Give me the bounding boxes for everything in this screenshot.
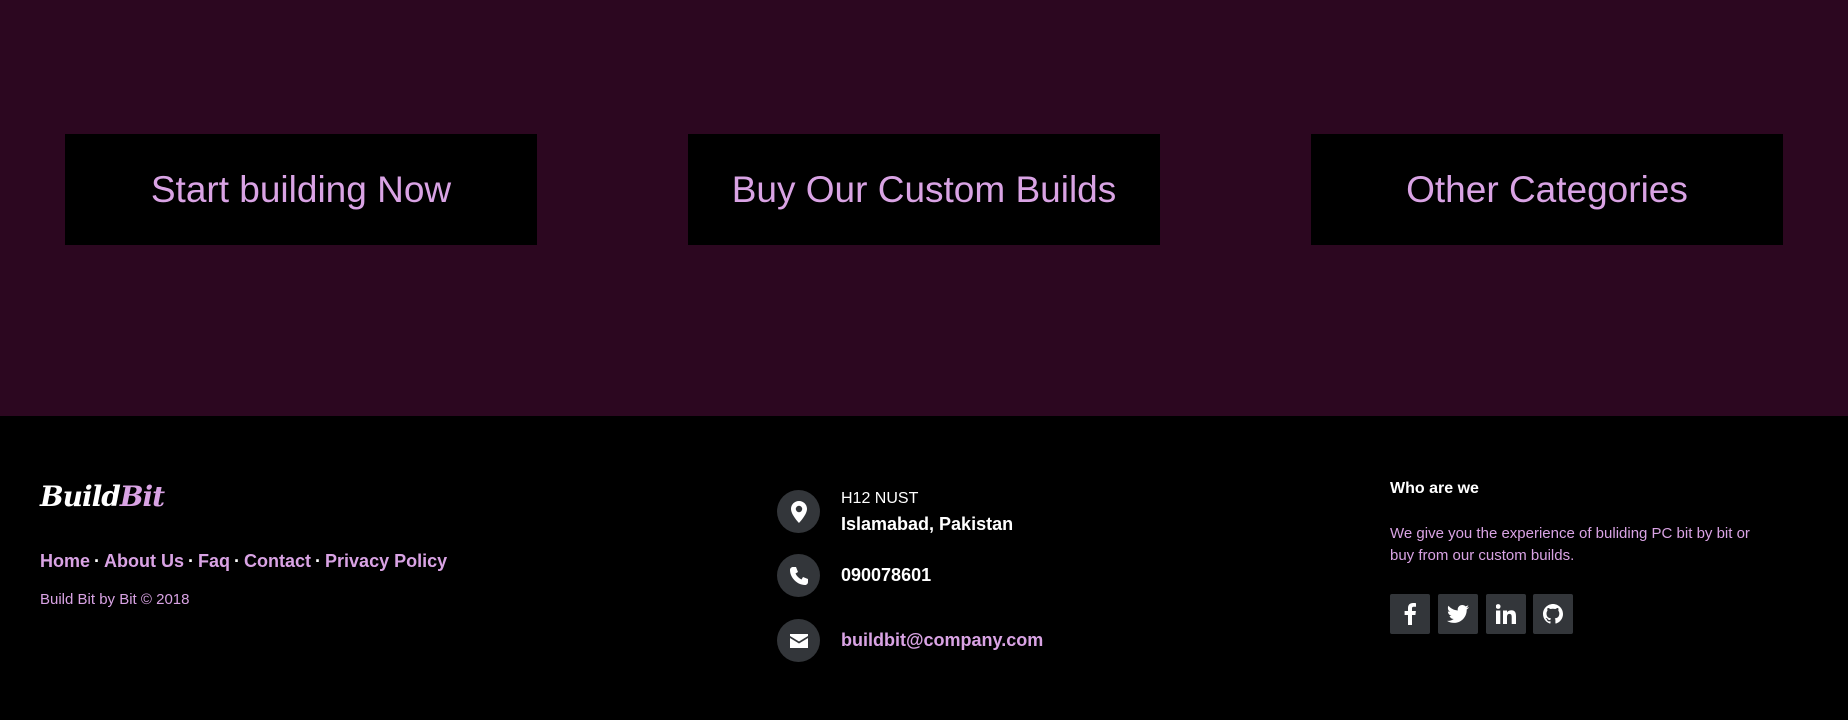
link-separator: · [188,551,195,571]
footer-links: Home · About Us · Faq · Contact · Privacy Policy [40,551,447,572]
other-categories-button[interactable]: Other Categories [1311,134,1783,245]
phone-icon [777,554,820,597]
custom-builds-button[interactable]: Buy Our Custom Builds [688,134,1160,245]
location-pin-icon [777,490,820,533]
twitter-icon[interactable] [1438,594,1478,634]
hero-section: Start building Now Buy Our Custom Builds… [0,0,1848,416]
copyright-text: Build Bit by Bit © 2018 [40,591,190,608]
footer-link-contact[interactable]: Contact [244,551,311,571]
about-text: We give you the experience of buliding P… [1390,525,1750,564]
about-title: Who are we [1390,480,1479,497]
footer-link-faq[interactable]: Faq [198,551,230,571]
link-separator: · [234,551,241,571]
start-building-button[interactable]: Start building Now [65,134,537,245]
link-separator: · [94,551,101,571]
link-separator: · [315,551,322,571]
linkedin-icon[interactable] [1486,594,1526,634]
address-line-1: H12 NUST [841,490,919,507]
facebook-icon[interactable] [1390,594,1430,634]
brand-logo[interactable]: BuildBit [40,480,165,513]
phone-number: 090078601 [841,565,932,585]
footer-link-privacy[interactable]: Privacy Policy [325,551,447,571]
github-icon[interactable] [1533,594,1573,634]
brand-logo-part2: Bit [119,480,165,513]
brand-logo-part1: Build [40,480,121,513]
email-link[interactable]: buildbit@company.com [841,630,1043,651]
footer-link-about[interactable]: About Us [104,551,184,571]
envelope-icon [777,619,820,662]
footer: BuildBit Home · About Us · Faq · Contact · Priva… [0,416,1848,720]
address-line-2: Islamabad, Pakistan [841,514,1014,534]
footer-link-home[interactable]: Home [40,551,90,571]
